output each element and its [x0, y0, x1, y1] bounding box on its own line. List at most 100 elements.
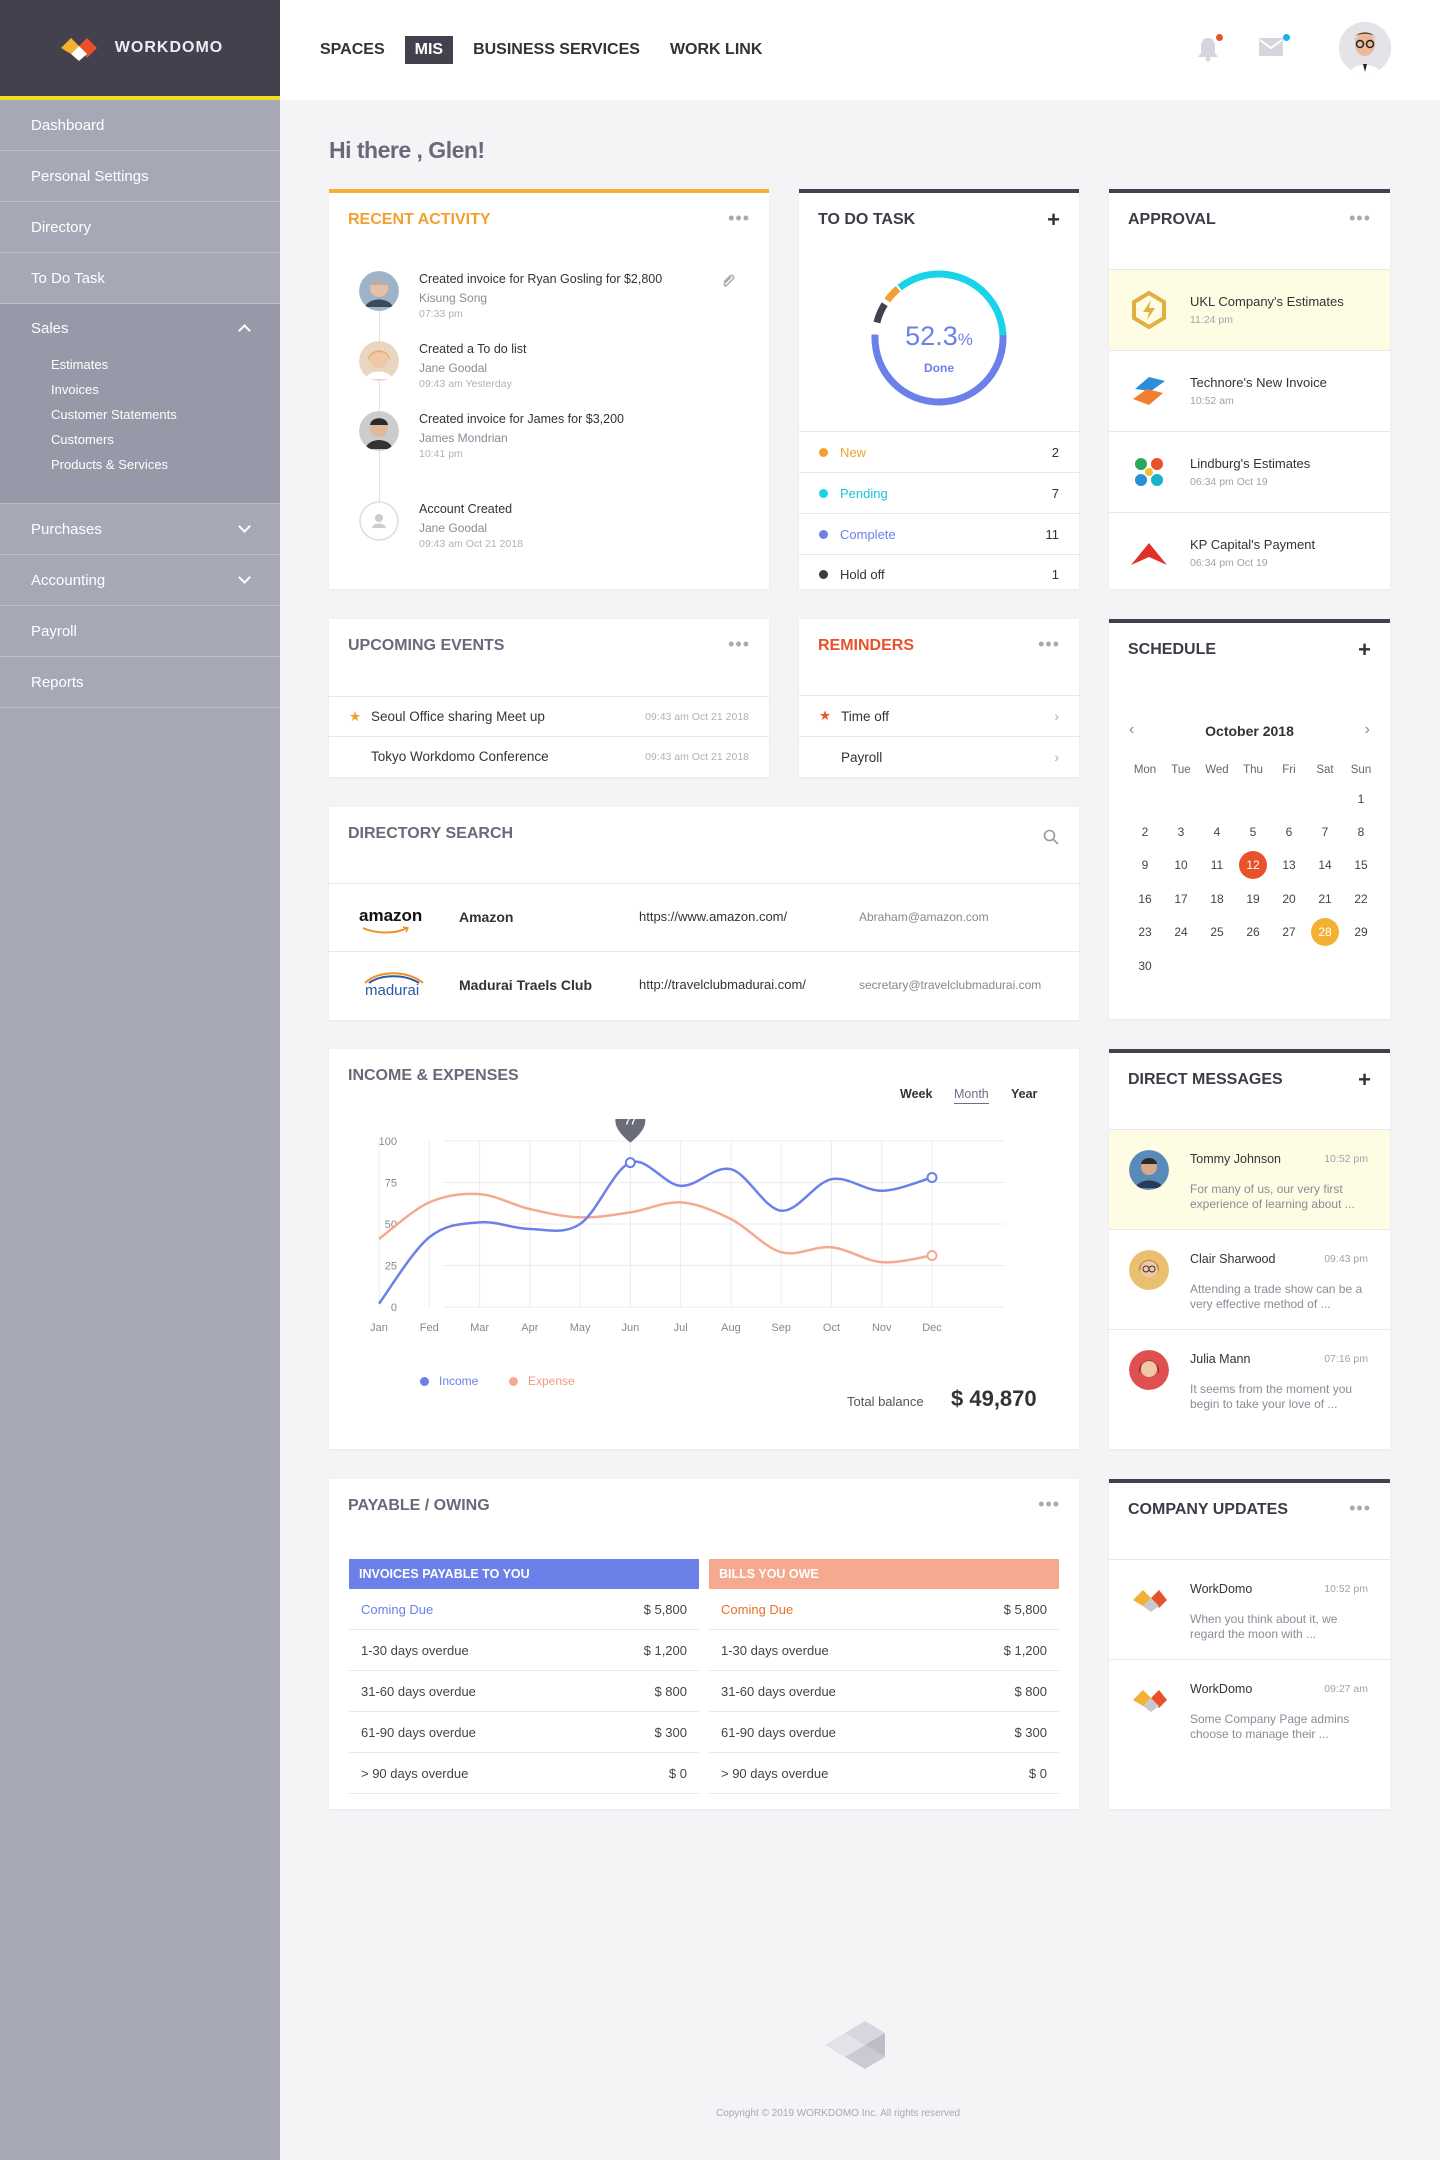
payable-row[interactable]: Coming Due $ 5,800 [349, 1589, 699, 1630]
submenu-item-invoices[interactable]: Invoices [51, 377, 280, 402]
more-icon[interactable]: ••• [728, 635, 750, 653]
company-url[interactable]: https://www.amazon.com/ [639, 909, 787, 924]
calendar-day[interactable]: 16 [1127, 887, 1163, 912]
calendar-day[interactable]: 9 [1127, 853, 1163, 878]
update-item[interactable]: WorkDomo 10:52 pm When you think about i… [1109, 1559, 1390, 1659]
next-month-button[interactable]: › [1365, 721, 1370, 739]
company-email[interactable]: secretary@travelclubmadurai.com [859, 978, 1041, 992]
company-email[interactable]: Abraham@amazon.com [859, 910, 989, 924]
mail-button[interactable] [1259, 34, 1290, 61]
add-task-button[interactable]: + [1047, 207, 1060, 233]
calendar-day[interactable]: 13 [1271, 853, 1307, 878]
calendar-day[interactable]: 28 [1311, 918, 1339, 946]
calendar-day[interactable]: 17 [1163, 887, 1199, 912]
calendar-day[interactable]: 23 [1127, 920, 1163, 945]
calendar-day[interactable]: 14 [1307, 853, 1343, 878]
add-event-button[interactable]: + [1358, 637, 1371, 663]
calendar-day[interactable]: 15 [1343, 853, 1379, 878]
more-icon[interactable]: ••• [1038, 1495, 1060, 1513]
tab-month[interactable]: Month [954, 1087, 989, 1104]
sidebar-item-reports[interactable]: Reports [0, 657, 280, 708]
directory-row[interactable]: madurai Madurai Traels Club http://trave… [329, 951, 1079, 1019]
submenu-item-customers[interactable]: Customers [51, 427, 280, 452]
calendar-day[interactable]: 30 [1127, 954, 1163, 979]
notification-button[interactable] [1197, 34, 1223, 67]
payable-row[interactable]: 61-90 days overdue $ 300 [709, 1712, 1059, 1753]
calendar-day[interactable]: 7 [1307, 820, 1343, 845]
calendar-day[interactable]: 25 [1199, 920, 1235, 945]
payable-row[interactable]: 61-90 days overdue $ 300 [349, 1712, 699, 1753]
reminder-item[interactable]: ★ Time off › [799, 695, 1079, 736]
sidebar-item-directory[interactable]: Directory [0, 202, 280, 253]
more-icon[interactable]: ••• [1038, 635, 1060, 653]
company-url[interactable]: http://travelclubmadurai.com/ [639, 977, 806, 992]
calendar-day[interactable]: 18 [1199, 887, 1235, 912]
more-icon[interactable]: ••• [1349, 209, 1371, 227]
more-icon[interactable]: ••• [728, 209, 750, 227]
tab-week[interactable]: Week [900, 1087, 932, 1101]
calendar-day[interactable]: 24 [1163, 920, 1199, 945]
user-avatar[interactable] [1339, 22, 1391, 74]
sidebar-item-sales[interactable]: Sales [0, 304, 280, 352]
todo-status-row[interactable]: Hold off 1 [799, 554, 1079, 593]
update-item[interactable]: WorkDomo 09:27 am Some Company Page admi… [1109, 1659, 1390, 1759]
more-icon[interactable]: ••• [1349, 1499, 1371, 1517]
sidebar-item-purchases[interactable]: Purchases [0, 504, 280, 555]
event-item[interactable]: ★ Seoul Office sharing Meet up 09:43 am Oc… [329, 696, 769, 736]
calendar-day[interactable]: 19 [1235, 887, 1271, 912]
calendar-day[interactable]: 11 [1199, 853, 1235, 878]
calendar-day[interactable]: 3 [1163, 820, 1199, 845]
submenu-item-products-services[interactable]: Products & Services [51, 452, 280, 477]
approval-item[interactable]: UKL Company's Estimates 11:24 pm [1109, 269, 1390, 350]
calendar-day[interactable]: 6 [1271, 820, 1307, 845]
sidebar-item-payroll[interactable]: Payroll [0, 606, 280, 657]
calendar-day[interactable]: 5 [1235, 820, 1271, 845]
calendar-day[interactable]: 21 [1307, 887, 1343, 912]
event-item[interactable]: Tokyo Workdomo Conference 09:43 am Oct 21… [329, 736, 769, 776]
calendar-day[interactable]: 26 [1235, 920, 1271, 945]
tab-business-services[interactable]: BUSINESS SERVICES [463, 36, 650, 64]
tab-mis[interactable]: MIS [404, 36, 454, 64]
payable-row[interactable]: > 90 days overdue $ 0 [709, 1753, 1059, 1794]
calendar-day[interactable]: 4 [1199, 820, 1235, 845]
tab-work-link[interactable]: WORK LINK [660, 36, 772, 64]
calendar-day[interactable]: 10 [1163, 853, 1199, 878]
brand-header[interactable]: WORKDOMO [0, 0, 280, 100]
payable-row[interactable]: Coming Due $ 5,800 [709, 1589, 1059, 1630]
calendar-day[interactable]: 8 [1343, 820, 1379, 845]
sidebar-item-dashboard[interactable]: Dashboard [0, 100, 280, 151]
calendar-day[interactable]: 22 [1343, 887, 1379, 912]
calendar-day[interactable]: 29 [1343, 920, 1379, 945]
calendar-day[interactable]: 20 [1271, 887, 1307, 912]
sidebar-item-todo[interactable]: To Do Task [0, 253, 280, 304]
payable-row[interactable]: 31-60 days overdue $ 800 [349, 1671, 699, 1712]
tab-spaces[interactable]: SPACES [310, 36, 395, 64]
submenu-item-estimates[interactable]: Estimates [51, 352, 280, 377]
todo-status-row[interactable]: Complete 11 [799, 513, 1079, 554]
message-item[interactable]: Clair Sharwood 09:43 pm Attending a trad… [1109, 1229, 1390, 1329]
search-icon[interactable] [1043, 829, 1059, 845]
new-message-button[interactable]: + [1358, 1067, 1371, 1093]
calendar-day[interactable]: 1 [1343, 787, 1379, 812]
payable-row[interactable]: 1-30 days overdue $ 1,200 [709, 1630, 1059, 1671]
calendar-day[interactable]: 12 [1239, 851, 1267, 879]
directory-row[interactable]: amazon Amazon https://www.amazon.com/ Ab… [329, 883, 1079, 951]
message-item[interactable]: Tommy Johnson 10:52 pm For many of us, o… [1109, 1129, 1390, 1229]
approval-item[interactable]: Technore's New Invoice 10:52 am [1109, 350, 1390, 431]
paperclip-icon[interactable] [721, 273, 735, 289]
approval-item[interactable]: KP Capital's Payment 06:34 pm Oct 19 [1109, 512, 1390, 593]
reminder-item[interactable]: Payroll › [799, 736, 1079, 777]
todo-status-row[interactable]: Pending 7 [799, 472, 1079, 513]
submenu-item-customer-statements[interactable]: Customer Statements [51, 402, 280, 427]
calendar-day[interactable]: 27 [1271, 920, 1307, 945]
payable-row[interactable]: 31-60 days overdue $ 800 [709, 1671, 1059, 1712]
payable-row[interactable]: 1-30 days overdue $ 1,200 [349, 1630, 699, 1671]
tab-year[interactable]: Year [1011, 1087, 1037, 1101]
calendar-day[interactable]: 2 [1127, 820, 1163, 845]
payable-row[interactable]: > 90 days overdue $ 0 [349, 1753, 699, 1794]
sidebar-item-accounting[interactable]: Accounting [0, 555, 280, 606]
message-item[interactable]: Julia Mann 07:16 pm It seems from the mo… [1109, 1329, 1390, 1429]
todo-status-row[interactable]: New 2 [799, 431, 1079, 472]
approval-item[interactable]: Lindburg's Estimates 06:34 pm Oct 19 [1109, 431, 1390, 512]
sidebar-item-personal-settings[interactable]: Personal Settings [0, 151, 280, 202]
